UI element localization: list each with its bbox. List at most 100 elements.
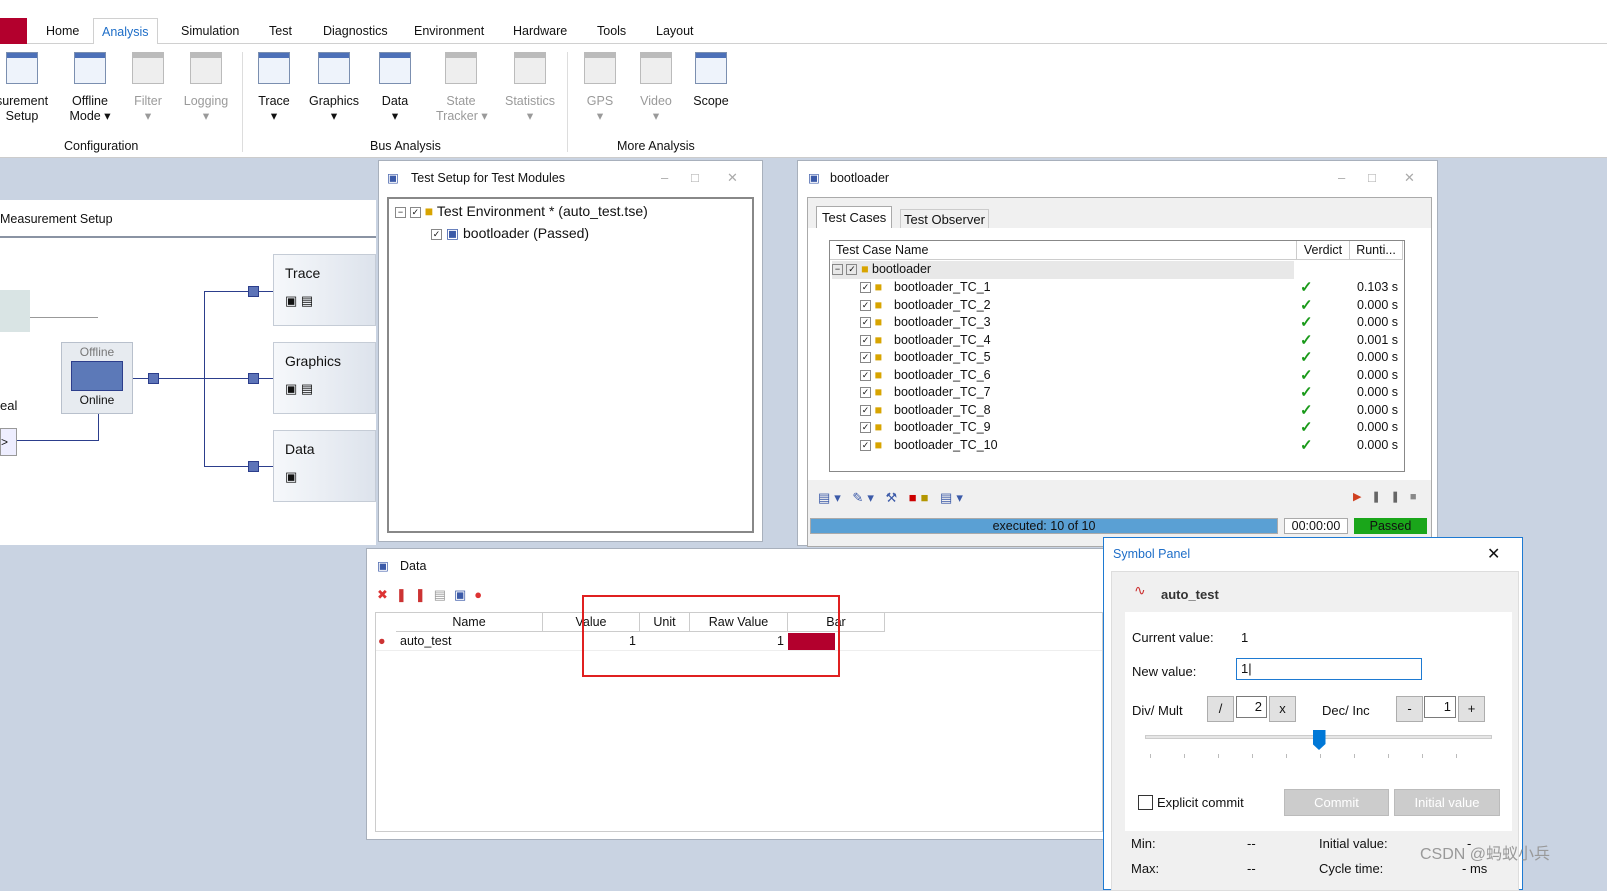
dec-inc-input[interactable]: 1	[1424, 696, 1456, 718]
increment-button[interactable]: +	[1458, 696, 1485, 722]
multiply-button[interactable]: x	[1269, 696, 1296, 722]
offline-online-switch[interactable]: Offline Online	[61, 342, 133, 414]
checkbox[interactable]: ✓	[431, 228, 442, 240]
symbol-panel: Symbol Panel ✕ ∿ auto_test Current value…	[1103, 537, 1523, 891]
test-case-row[interactable]: ✓ ■ bootloader_TC_7 ✓ 0.000 s	[830, 384, 1404, 402]
tree-item-test-environment[interactable]: − ✓ ■ Test Environment * (auto_test.tse)	[395, 203, 648, 219]
test-case-checkbox[interactable]: ✓ ■	[860, 402, 882, 419]
node-arrow[interactable]: >	[0, 428, 17, 456]
commit-button[interactable]: Commit	[1284, 789, 1389, 816]
statistics-button[interactable]: Statistics ▾	[500, 52, 560, 124]
connection-point[interactable]	[248, 373, 259, 384]
tab-layout[interactable]: Layout	[648, 18, 702, 44]
video-button[interactable]: Video ▾	[634, 52, 678, 124]
maximize-button[interactable]: □	[691, 161, 699, 195]
connection-point[interactable]	[248, 286, 259, 297]
file-tab[interactable]	[0, 18, 27, 44]
paste-icon[interactable]: ▣	[454, 587, 474, 602]
logging-button[interactable]: Logging ▾	[180, 52, 232, 124]
close-button[interactable]: ✕	[1487, 544, 1500, 564]
tab-diagnostics[interactable]: Diagnostics	[315, 18, 396, 44]
tab-home[interactable]: Home	[38, 18, 87, 44]
test-case-checkbox[interactable]: ✓ ■	[860, 314, 882, 331]
tab-tools[interactable]: Tools	[589, 18, 634, 44]
close-button[interactable]: ✕	[727, 161, 738, 195]
state-tracker-button[interactable]: State Tracker ▾	[436, 52, 488, 124]
tree-item-bootloader[interactable]: ✓ ▣ bootloader (Passed)	[431, 225, 589, 242]
start-icon[interactable]: ▶	[1353, 491, 1371, 503]
test-case-row[interactable]: ✓ ■ bootloader_TC_10 ✓ 0.000 s	[830, 437, 1404, 455]
close-button[interactable]: ✕	[1404, 161, 1415, 195]
test-case-checkbox[interactable]: ✓ ■	[860, 332, 882, 349]
col-runtime[interactable]: Runti...	[1350, 241, 1403, 260]
gps-button[interactable]: GPS ▾	[580, 52, 620, 124]
test-case-checkbox[interactable]: ✓ ■	[860, 297, 882, 314]
pause-icon[interactable]: ❚❚	[1371, 491, 1409, 503]
verdict-check-icon: ✓	[1300, 296, 1313, 314]
tab-simulation[interactable]: Simulation	[173, 18, 247, 44]
test-case-checkbox[interactable]: ✓ ■	[860, 419, 882, 436]
offline-mode-button[interactable]: Offline Mode ▾	[62, 52, 118, 124]
test-tree: − ✓ ■ Test Environment * (auto_test.tse)…	[387, 197, 754, 533]
tab-analysis[interactable]: Analysis	[93, 18, 158, 45]
trace-button[interactable]: Trace ▾	[252, 52, 296, 124]
test-case-row[interactable]: ✓ ■ bootloader_TC_1 ✓ 0.103 s	[830, 279, 1404, 297]
test-case-icon: ■	[874, 437, 883, 452]
run-controls[interactable]: ▶❚❚■	[1353, 490, 1427, 503]
runtime: 0.000 s	[1356, 315, 1398, 329]
test-case-row[interactable]: ✓ ■ bootloader_TC_9 ✓ 0.000 s	[830, 419, 1404, 437]
graphics-node[interactable]: Graphics ▣ ▤	[273, 342, 376, 414]
tab-test-observer[interactable]: Test Observer	[900, 209, 989, 229]
col-verdict[interactable]: Verdict	[1297, 241, 1350, 260]
config-icon[interactable]: ▤	[434, 587, 454, 602]
div-mult-input[interactable]: 2	[1236, 696, 1267, 718]
test-case-row[interactable]: ✓ ■ bootloader_TC_8 ✓ 0.000 s	[830, 402, 1404, 420]
test-module-icon: ▣	[808, 171, 820, 185]
new-value-input[interactable]: 1|	[1236, 658, 1422, 680]
tab-test[interactable]: Test	[261, 18, 300, 44]
test-case-checkbox[interactable]: ✓ ■	[860, 279, 882, 296]
test-case-row[interactable]: ✓ ■ bootloader_TC_4 ✓ 0.001 s	[830, 332, 1404, 350]
connection-point[interactable]	[148, 373, 159, 384]
test-case-checkbox[interactable]: ✓ ■	[860, 437, 882, 454]
scope-button[interactable]: Scope	[690, 52, 732, 109]
test-case-row[interactable]: ✓ ■ bootloader_TC_3 ✓ 0.000 s	[830, 314, 1404, 332]
checkbox[interactable]: ✓	[846, 264, 858, 276]
minimize-button[interactable]: –	[1338, 161, 1345, 195]
minimize-button[interactable]: –	[661, 161, 668, 195]
data-button[interactable]: Data ▾	[374, 52, 416, 124]
explicit-commit-checkbox[interactable]	[1138, 795, 1153, 810]
maximize-button[interactable]: □	[1368, 161, 1376, 195]
col-test-case-name[interactable]: Test Case Name	[830, 241, 1297, 260]
trace-node[interactable]: Trace ▣ ▤	[273, 254, 376, 326]
tab-hardware[interactable]: Hardware	[505, 18, 575, 44]
col-name[interactable]: Name	[396, 613, 543, 632]
delete-icon[interactable]: ✖	[377, 587, 396, 602]
tab-environment[interactable]: Environment	[406, 18, 492, 44]
graphics-button[interactable]: Graphics ▾	[306, 52, 362, 124]
scope-icon	[695, 52, 727, 84]
expand-toggle[interactable]: −	[832, 264, 843, 276]
test-case-checkbox[interactable]: ✓ ■	[860, 384, 882, 401]
connection-point[interactable]	[248, 461, 259, 472]
test-toolbar-icons[interactable]: ▤▾ ✎▾ ⚒ ■■ ▤▾	[818, 490, 967, 506]
test-case-checkbox[interactable]: ✓ ■	[860, 349, 882, 366]
stop-icon[interactable]: ■	[1410, 491, 1427, 503]
initial-value-button[interactable]: Initial value	[1394, 789, 1500, 816]
divide-button[interactable]: /	[1207, 696, 1234, 722]
data-node[interactable]: Data ▣	[273, 430, 376, 502]
slider-thumb[interactable]	[1312, 730, 1326, 750]
pause-icon[interactable]: ❚❚	[396, 587, 434, 602]
decrement-button[interactable]: -	[1396, 696, 1423, 722]
measurement-setup-button[interactable]: surement Setup	[0, 52, 52, 124]
test-case-checkbox[interactable]: ✓ ■	[860, 367, 882, 384]
test-case-row[interactable]: ✓ ■ bootloader_TC_5 ✓ 0.000 s	[830, 349, 1404, 367]
filter-button[interactable]: Filter ▾	[128, 52, 168, 124]
expand-toggle[interactable]: −	[395, 206, 406, 218]
checkbox[interactable]: ✓	[409, 206, 421, 218]
record-icon[interactable]: ●	[474, 587, 490, 602]
tab-test-cases[interactable]: Test Cases	[816, 206, 893, 228]
test-case-row[interactable]: ✓ ■ bootloader_TC_6 ✓ 0.000 s	[830, 367, 1404, 385]
test-case-row[interactable]: ✓ ■ bootloader_TC_2 ✓ 0.000 s	[830, 297, 1404, 315]
tree-root-bootloader[interactable]: − ✓ ■ bootloader	[832, 261, 1294, 279]
